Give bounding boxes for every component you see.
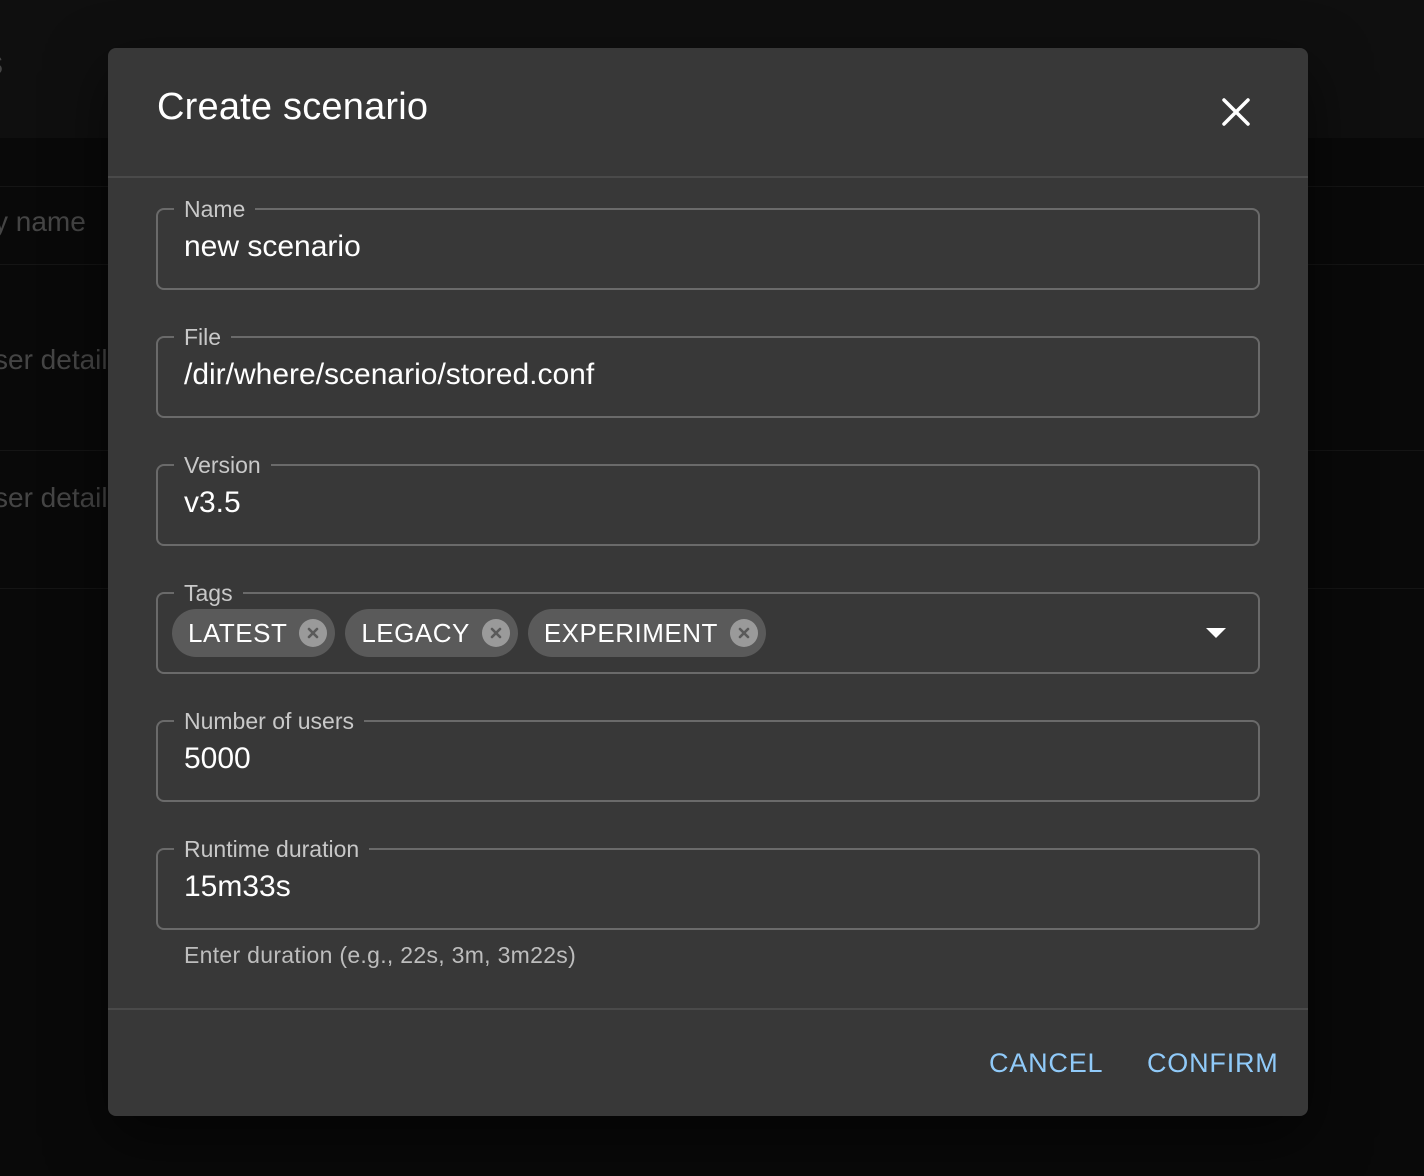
cancel-icon [490,627,502,639]
tag-chip[interactable]: EXPERIMENT [527,609,766,657]
close-button[interactable] [1214,90,1258,134]
runtime-field-outline: Runtime duration [156,836,1260,930]
version-field-outline: Version [156,452,1260,546]
cancel-icon [738,627,750,639]
number-of-users-label: Number of users [184,708,355,734]
close-icon [1222,98,1250,126]
version-field[interactable]: Version v3.5 [156,452,1260,546]
confirm-button[interactable]: CONFIRM [1139,1044,1287,1083]
arrow-drop-down-icon[interactable] [1206,628,1226,638]
chip-delete-button[interactable] [299,619,328,647]
runtime-helper-text: Enter duration (e.g., 22s, 3m, 3m22s) [184,942,577,968]
name-field[interactable]: Name new scenario [156,196,1260,290]
file-field[interactable]: File /dir/where/scenario/stored.conf [156,324,1260,418]
number-of-users-field[interactable]: Number of users 5000 [156,708,1260,802]
tags-chip-list: LATEST LEGACY EXPERIMENT [172,609,766,657]
name-input[interactable]: new scenario [184,230,361,264]
tag-chip[interactable]: LEGACY [345,609,518,657]
number-of-users-input[interactable]: 5000 [184,742,251,776]
tag-chip-label: EXPERIMENT [543,617,718,648]
chip-delete-button[interactable] [481,619,510,647]
tag-chip[interactable]: LATEST [172,609,336,657]
tags-label: Tags [184,580,233,606]
file-input[interactable]: /dir/where/scenario/stored.conf [184,358,594,392]
tag-chip-label: LEGACY [361,617,470,648]
runtime-duration-label: Runtime duration [184,836,360,862]
users-field-outline: Number of users [156,708,1260,802]
cancel-icon [308,627,319,639]
footer-divider [108,1008,1308,1010]
runtime-duration-input[interactable]: 15m33s [184,870,291,904]
cancel-button[interactable]: CANCEL [981,1044,1111,1083]
file-label: File [184,324,222,350]
chip-delete-button[interactable] [729,619,758,647]
runtime-duration-field[interactable]: Runtime duration 15m33s [156,836,1260,930]
version-input[interactable]: v3.5 [184,486,241,520]
version-label: Version [184,452,261,478]
tag-chip-label: LATEST [188,617,288,648]
header-divider [108,176,1308,178]
create-scenario-dialog: Create scenario Name new scenario File /… [108,48,1308,1116]
dialog-title: Create scenario [157,86,429,128]
tags-field[interactable]: Tags LATEST LEGACY EXPERIMENT [156,580,1260,674]
name-label: Name [184,196,246,222]
